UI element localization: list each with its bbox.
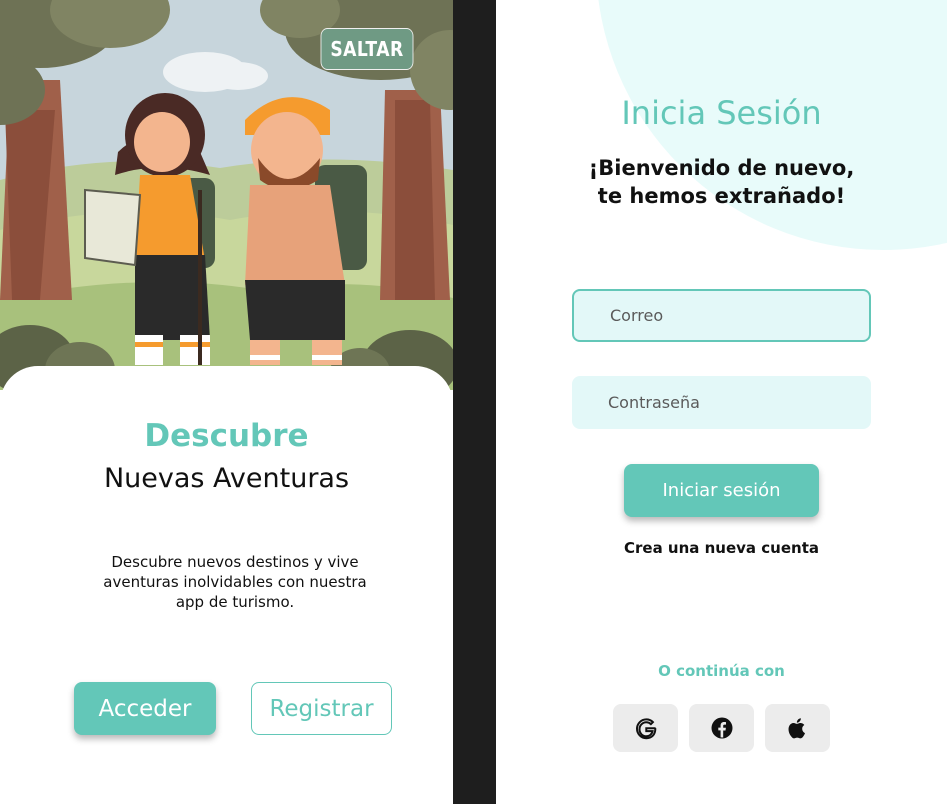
login-button[interactable]: Iniciar sesión: [624, 464, 819, 517]
welcome-description: Descubre nuevos destinos y vive aventura…: [103, 553, 367, 611]
google-icon: [635, 718, 656, 740]
apple-icon: [788, 718, 805, 739]
welcome-screen: SALTAR Descubre Nuevas Aventuras Descubr…: [0, 0, 453, 804]
google-login-button[interactable]: [613, 704, 678, 752]
login-title: Inicia Sesión: [621, 94, 822, 132]
apple-login-button[interactable]: [765, 704, 830, 752]
welcome-back-line-2: te hemos extrañado!: [597, 184, 846, 208]
skip-button[interactable]: SALTAR: [320, 28, 414, 70]
email-field[interactable]: [572, 289, 871, 342]
password-field[interactable]: [572, 376, 871, 429]
register-button[interactable]: Registrar: [251, 682, 392, 735]
welcome-back-message: ¡Bienvenido de nuevo, te hemos extrañado…: [496, 154, 947, 210]
facebook-login-button[interactable]: [689, 704, 754, 752]
create-account-link[interactable]: Crea una nueva cuenta: [496, 539, 947, 557]
welcome-subtitle: Nuevas Aventuras: [103, 463, 350, 494]
login-screen: Inicia Sesión ¡Bienvenido de nuevo, te h…: [496, 0, 947, 804]
welcome-back-line-1: ¡Bienvenido de nuevo,: [588, 156, 855, 180]
facebook-icon: [711, 717, 732, 739]
welcome-title: Descubre: [144, 418, 309, 454]
continue-with-label: O continúa con: [658, 662, 785, 680]
access-button[interactable]: Acceder: [74, 682, 216, 735]
